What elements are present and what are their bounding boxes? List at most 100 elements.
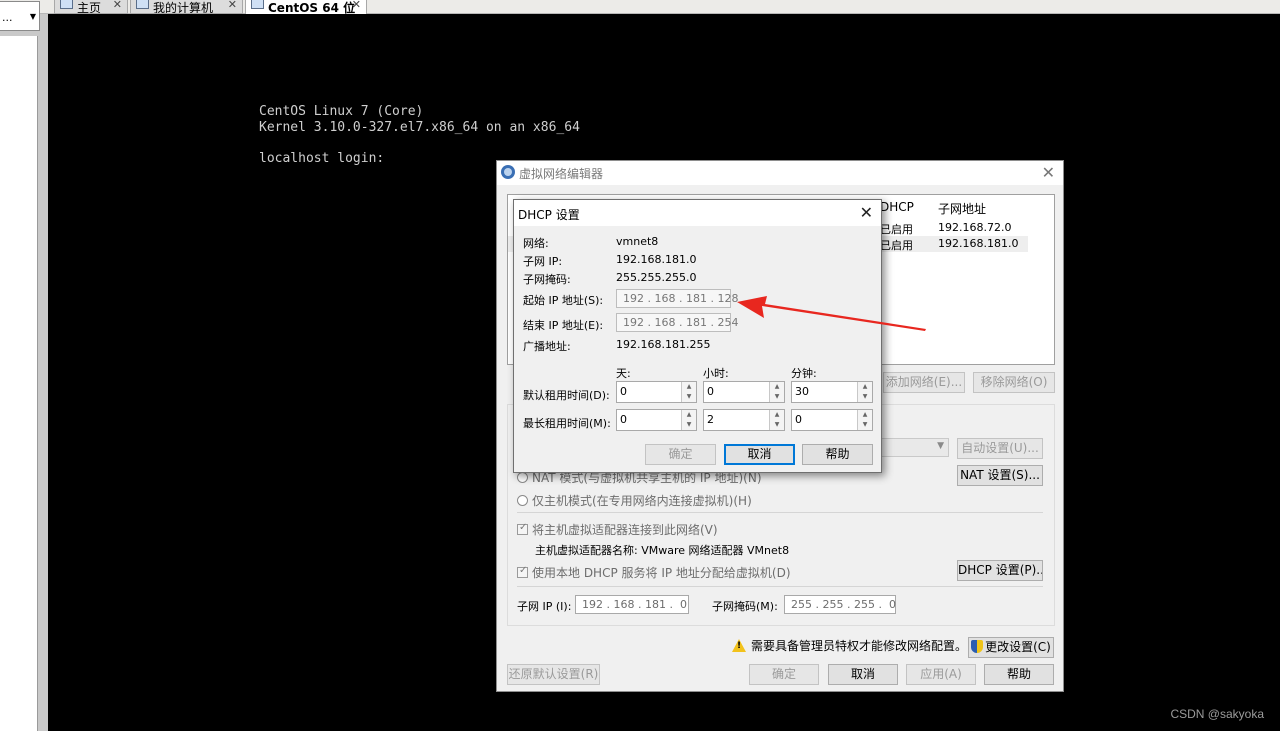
close-icon[interactable]: ✕ — [860, 203, 873, 222]
network-value: vmnet8 — [616, 235, 659, 248]
end-ip-field[interactable]: 192 . 168 . 181 . 254 — [616, 313, 738, 332]
default-lease-minutes-stepper[interactable]: 30 ▲ ▼ — [791, 381, 873, 403]
chevron-down-icon: ▼ — [29, 12, 36, 21]
list-item-dhcp[interactable]: 已启用 — [880, 237, 913, 253]
subnet-ip-label: 子网 IP: — [523, 255, 563, 268]
radio-icon — [517, 472, 528, 483]
max-lease-label: 最长租用时间(M): — [523, 417, 611, 430]
subnet-ip-value: 192.168.181.0 — [616, 253, 697, 266]
subnet-mask-field[interactable]: 255 . 255 . 255 . 0 — [784, 595, 896, 614]
restore-defaults-button[interactable]: 还原默认设置(R) — [507, 664, 600, 685]
dialog-title: 虚拟网络编辑器 — [519, 167, 604, 181]
title-bar: 虚拟网络编辑器 ✕ — [497, 161, 1063, 185]
subnet-ip-label: 子网 IP (I): — [517, 600, 572, 613]
network-icon — [501, 165, 515, 179]
spin-arrows-icon[interactable]: ▲ ▼ — [681, 382, 696, 402]
nat-settings-button[interactable]: NAT 设置(S)... — [957, 465, 1043, 486]
option-label: NAT 模式(与虚拟机共享主机的 IP 地址)(N) — [532, 471, 762, 485]
divider — [517, 586, 1043, 587]
host-only-radio[interactable]: 仅主机模式(在专用网络内连接虚拟机)(H) — [517, 492, 752, 509]
max-lease-days-stepper[interactable]: 0 ▲ ▼ — [616, 409, 697, 431]
ok-button[interactable]: 确定 — [749, 664, 819, 685]
close-icon[interactable]: ✕ — [113, 0, 122, 11]
apply-button[interactable]: 应用(A) — [906, 664, 976, 685]
watermark: CSDN @sakyoka — [1170, 707, 1264, 721]
uac-shield-icon — [971, 640, 984, 653]
tab-label: 主页 — [77, 1, 102, 14]
subnet-mask-label: 子网掩码: — [523, 273, 571, 286]
use-dhcp-checkbox[interactable]: 使用本地 DHCP 服务将 IP 地址分配给虚拟机(D) — [517, 564, 791, 581]
adapter-name-label: 主机虚拟适配器名称: VMware 网络适配器 VMnet8 — [535, 544, 790, 557]
auto-settings-button[interactable]: 自动设置(U)... — [957, 438, 1043, 459]
spin-arrows-icon[interactable]: ▲ ▼ — [857, 410, 872, 430]
max-lease-hours-stepper[interactable]: 2 ▲ ▼ — [703, 409, 785, 431]
warning-text: 需要具备管理员特权才能修改网络配置。 — [751, 639, 968, 653]
combo-value: ... — [2, 11, 13, 24]
library-search-combo[interactable]: ... ▼ — [0, 1, 40, 31]
help-button[interactable]: 帮助 — [984, 664, 1054, 685]
console-login-prompt: localhost login: — [259, 151, 385, 166]
subnet-ip-field[interactable]: 192 . 168 . 181 . 0 — [575, 595, 689, 614]
help-button[interactable]: 帮助 — [802, 444, 873, 465]
chevron-down-icon: ▼ — [937, 441, 944, 451]
computer-icon — [136, 0, 149, 9]
home-icon — [60, 0, 73, 9]
vm-icon — [251, 0, 264, 9]
console-line: Kernel 3.10.0-327.el7.x86_64 on an x86_6… — [259, 120, 580, 135]
remove-network-button[interactable]: 移除网络(O) — [973, 372, 1055, 393]
divider — [517, 512, 1043, 513]
close-icon[interactable]: ✕ — [352, 0, 361, 11]
spin-arrows-icon[interactable]: ▲ ▼ — [769, 382, 784, 402]
button-label: 更改设置(C) — [985, 640, 1051, 654]
ok-button[interactable]: 确定 — [645, 444, 716, 465]
checkbox-icon — [517, 522, 528, 535]
stepper-value: 0 — [795, 413, 802, 426]
list-item-dhcp[interactable]: 已启用 — [880, 221, 913, 237]
column-header-subnet[interactable]: 子网地址 — [938, 200, 986, 217]
max-lease-minutes-stepper[interactable]: 0 ▲ ▼ — [791, 409, 873, 431]
tab-label: CentOS 64 位 — [268, 1, 356, 14]
days-label: 天: — [616, 367, 631, 380]
change-settings-button[interactable]: 更改设置(C) — [968, 637, 1054, 658]
library-tree[interactable] — [0, 36, 38, 731]
default-lease-hours-stepper[interactable]: 0 ▲ ▼ — [703, 381, 785, 403]
cancel-button[interactable]: 取消 — [724, 444, 795, 465]
close-icon[interactable]: ✕ — [228, 0, 237, 11]
library-pane — [0, 14, 48, 731]
tab-centos-vm[interactable]: CentOS 64 位 ✕ — [245, 0, 367, 14]
default-lease-days-stepper[interactable]: 0 ▲ ▼ — [616, 381, 697, 403]
title-bar: DHCP 设置 ✕ — [514, 200, 881, 226]
warning-icon — [732, 639, 746, 652]
admin-warning: 需要具备管理员特权才能修改网络配置。 — [732, 637, 967, 654]
option-label: 将主机虚拟适配器连接到此网络(V) — [532, 523, 718, 537]
spin-arrows-icon[interactable]: ▲ ▼ — [769, 410, 784, 430]
column-header-dhcp[interactable]: DHCP — [880, 200, 914, 214]
tab-home[interactable]: 主页 ✕ — [54, 0, 128, 14]
dhcp-settings-dialog: DHCP 设置 ✕ 网络: vmnet8 子网 IP: 192.168.181.… — [513, 199, 882, 473]
cancel-button[interactable]: 取消 — [828, 664, 898, 685]
broadcast-label: 广播地址: — [523, 340, 571, 353]
connect-adapter-checkbox[interactable]: 将主机虚拟适配器连接到此网络(V) — [517, 521, 718, 538]
stepper-value: 30 — [795, 385, 809, 398]
tab-my-computer[interactable]: 我的计算机 ✕ — [130, 0, 243, 14]
add-network-button[interactable]: 添加网络(E)... — [883, 372, 965, 393]
start-ip-field[interactable]: 192 . 168 . 181 . 128 — [616, 289, 738, 308]
dhcp-settings-button[interactable]: DHCP 设置(P)... — [957, 560, 1043, 581]
spin-arrows-icon[interactable]: ▲ ▼ — [857, 382, 872, 402]
list-item-subnet[interactable]: 192.168.181.0 — [938, 237, 1018, 250]
subnet-mask-label: 子网掩码(M): — [712, 600, 778, 613]
checkbox-icon — [517, 565, 528, 578]
console-line: CentOS Linux 7 (Core) — [259, 104, 424, 119]
list-item-subnet[interactable]: 192.168.72.0 — [938, 221, 1011, 234]
network-label: 网络: — [523, 237, 549, 250]
close-icon[interactable]: ✕ — [1042, 163, 1055, 182]
stepper-value: 0 — [620, 385, 627, 398]
spin-arrows-icon[interactable]: ▲ ▼ — [681, 410, 696, 430]
hours-label: 小时: — [703, 367, 729, 380]
option-label: 仅主机模式(在专用网络内连接虚拟机)(H) — [532, 494, 752, 508]
tab-label: 我的计算机 — [153, 1, 214, 14]
stepper-value: 0 — [620, 413, 627, 426]
start-ip-label: 起始 IP 地址(S): — [523, 294, 604, 307]
stepper-value: 2 — [707, 413, 714, 426]
option-label: 使用本地 DHCP 服务将 IP 地址分配给虚拟机(D) — [532, 566, 791, 580]
